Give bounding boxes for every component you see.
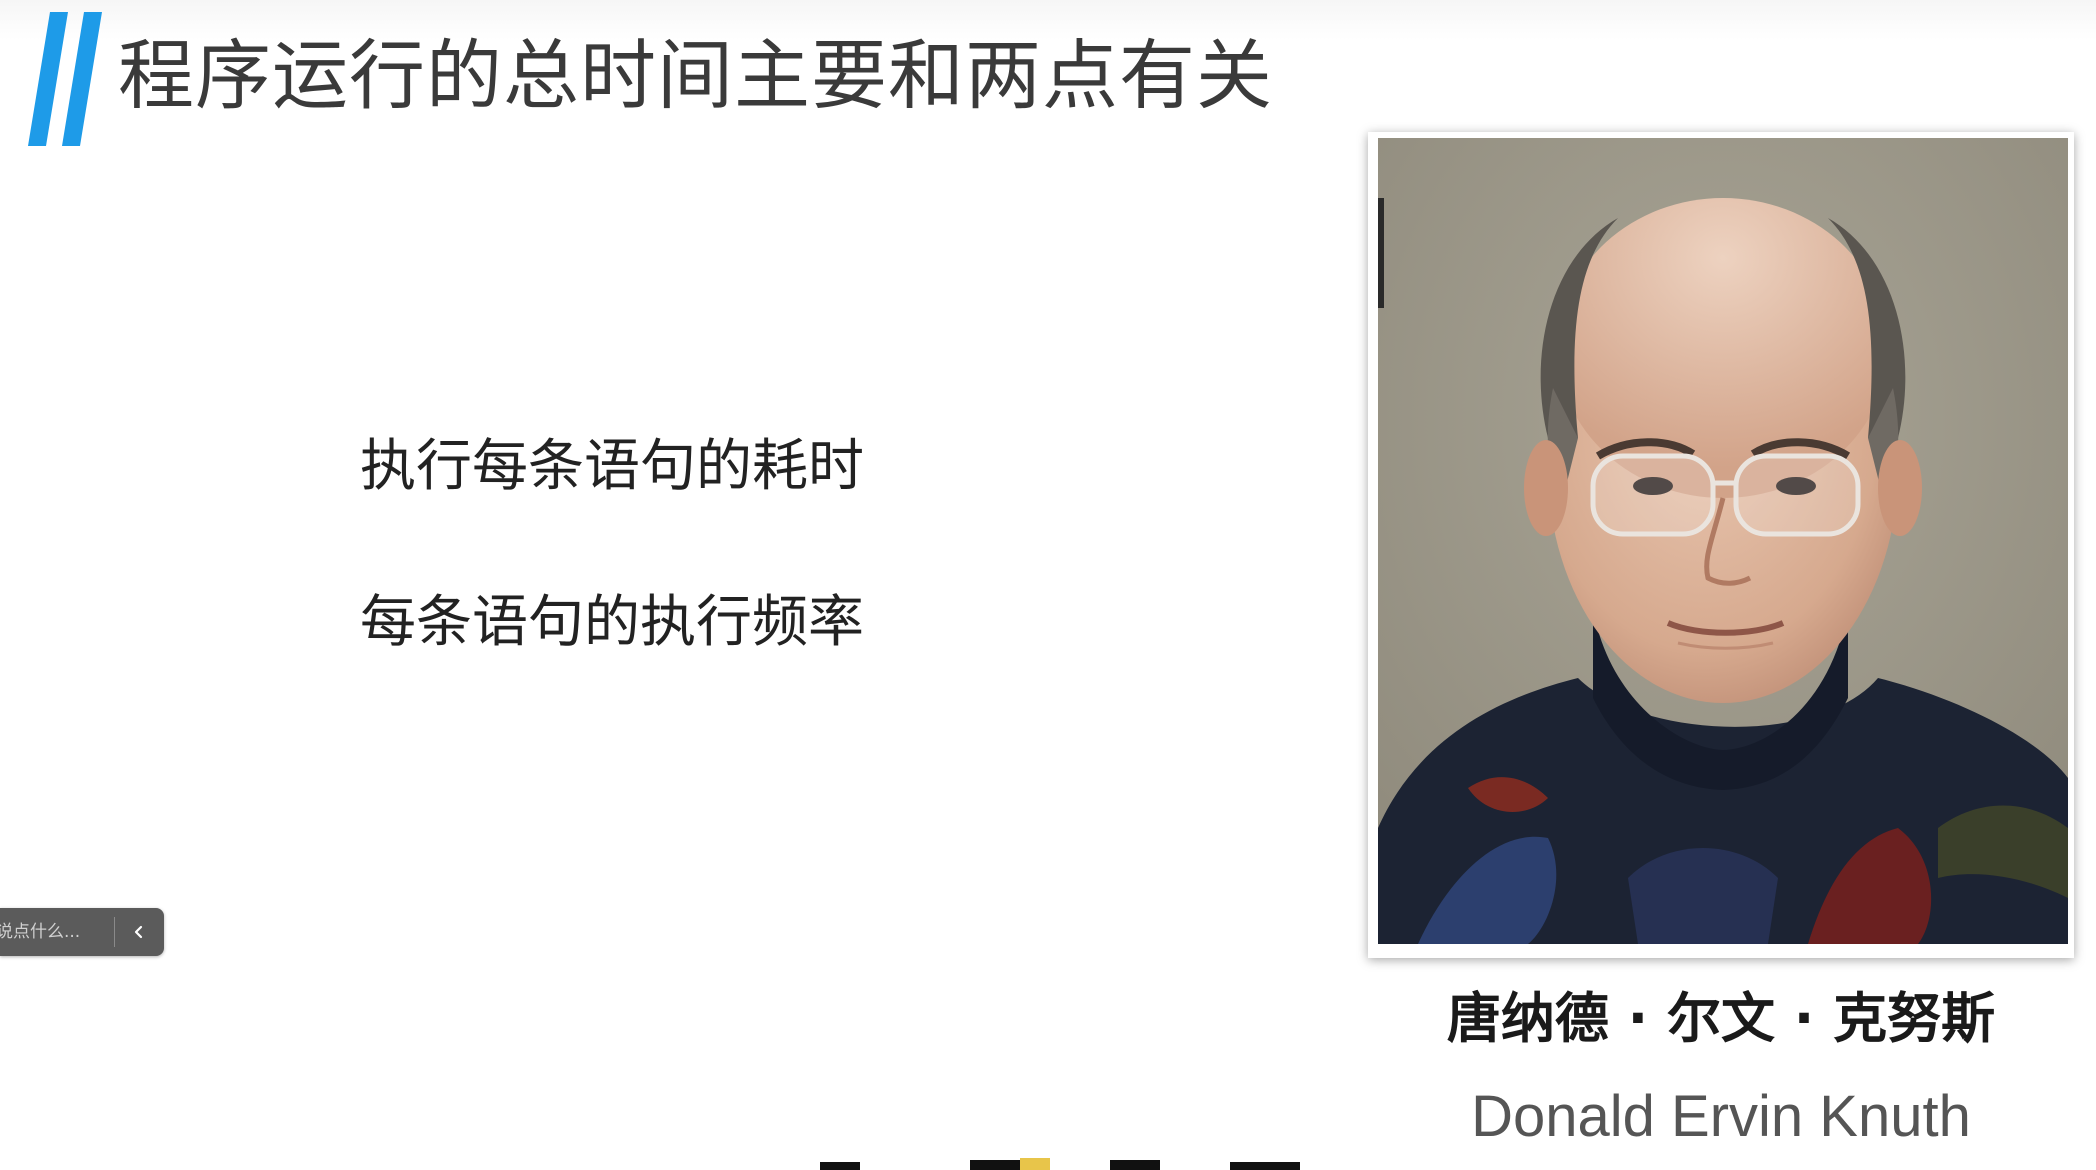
chat-input[interactable] [0,908,114,956]
portrait-name-english: Donald Ervin Knuth [1471,1084,1971,1149]
chat-collapse-button[interactable] [115,908,163,956]
danmaku-chat-box [0,908,164,956]
slide: 程序运行的总时间主要和两点有关 执行每条语句的耗时 每条语句的执行频率 唐纳德 … [0,0,2096,1170]
portrait-name-chinese: 唐纳德 · 尔文 · 克努斯 [1446,987,1996,1050]
chevron-left-icon [134,925,143,939]
bullet-point-statement-time: 执行每条语句的耗时 [360,434,864,499]
cropped-text-fragment [780,1150,1340,1170]
portrait-frame [1368,132,2074,958]
portrait-photo [1378,138,2068,944]
slide-title: 程序运行的总时间主要和两点有关 [118,31,1273,120]
bullet-point-statement-frequency: 每条语句的执行频率 [360,590,864,655]
title-accent-bars [28,12,102,146]
